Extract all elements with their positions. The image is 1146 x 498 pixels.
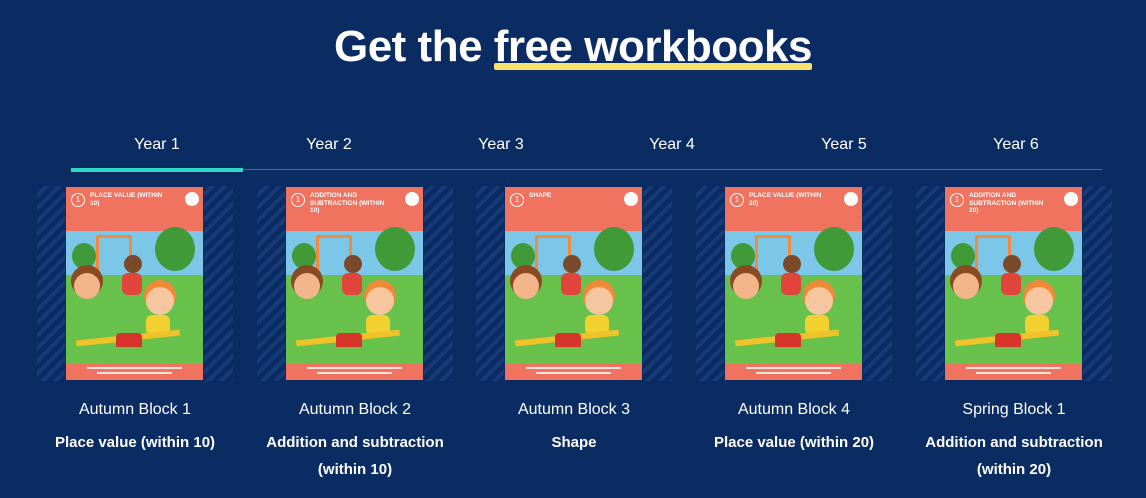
workbook-cover-image: 1 PLACE VALUE (WITHIN 20) [724,186,863,381]
workbook-cover-image: 1 SHAPE [504,186,643,381]
card-topic: Shape [551,434,597,451]
workbook-card[interactable]: 1 SHAPE Autumn Block 3 Shape [476,186,672,456]
tab-year-4[interactable]: Year 4 [586,128,758,170]
tab-year-2[interactable]: Year 2 [243,128,415,170]
page-title: Get the free workbooks [0,22,1146,72]
title-prefix: Get the [333,22,494,71]
workbook-cover-image: 1 ADDITION AND SUBTRACTION (WITHIN 10) [285,186,424,381]
year-tabs: Year 1 Year 2 Year 3 Year 4 Year 5 Year … [71,128,1102,172]
workbook-card[interactable]: 1 ADDITION AND SUBTRACTION (WITHIN 20) Sp… [916,186,1112,483]
workbook-cover[interactable]: 1 PLACE VALUE (WITHIN 10) [37,186,233,381]
workbook-cover[interactable]: 1 ADDITION AND SUBTRACTION (WITHIN 10) [257,186,453,381]
tab-year-6[interactable]: Year 6 [930,128,1102,170]
workbook-card[interactable]: 1 ADDITION AND SUBTRACTION (WITHIN 10) Au… [257,186,453,483]
tab-year-1[interactable]: Year 1 [71,128,243,172]
logo-icon [844,192,858,206]
title-highlight: free workbooks [493,22,813,71]
tab-year-3[interactable]: Year 3 [415,128,587,170]
workbook-cover-image: 1 ADDITION AND SUBTRACTION (WITHIN 20) [944,186,1083,381]
card-block: Autumn Block 2 [298,401,412,418]
logo-icon [624,192,638,206]
card-block: Spring Block 1 [962,401,1066,418]
workbook-card[interactable]: 1 PLACE VALUE (WITHIN 10) Autumn Block 1 … [37,186,233,456]
tab-year-5[interactable]: Year 5 [758,128,930,170]
logo-icon [1064,192,1078,206]
card-topic: Addition and subtraction (within 20) [925,434,1103,478]
card-topic: Place value (within 20) [713,434,875,451]
card-block: Autumn Block 1 [78,401,192,418]
workbook-cover-image: 1 PLACE VALUE (WITHIN 10) [65,186,204,381]
workbook-cover[interactable]: 1 ADDITION AND SUBTRACTION (WITHIN 20) [916,186,1112,381]
workbook-card[interactable]: 1 PLACE VALUE (WITHIN 20) Autumn Block 4 … [696,186,892,456]
workbook-cover[interactable]: 1 PLACE VALUE (WITHIN 20) [696,186,892,381]
card-block: Autumn Block 3 [517,401,631,418]
workbook-cover[interactable]: 1 SHAPE [476,186,672,381]
card-topic: Addition and subtraction (within 10) [266,434,444,478]
logo-icon [405,192,419,206]
logo-icon [185,192,199,206]
card-topic: Place value (within 10) [54,434,216,451]
card-block: Autumn Block 4 [737,401,851,418]
